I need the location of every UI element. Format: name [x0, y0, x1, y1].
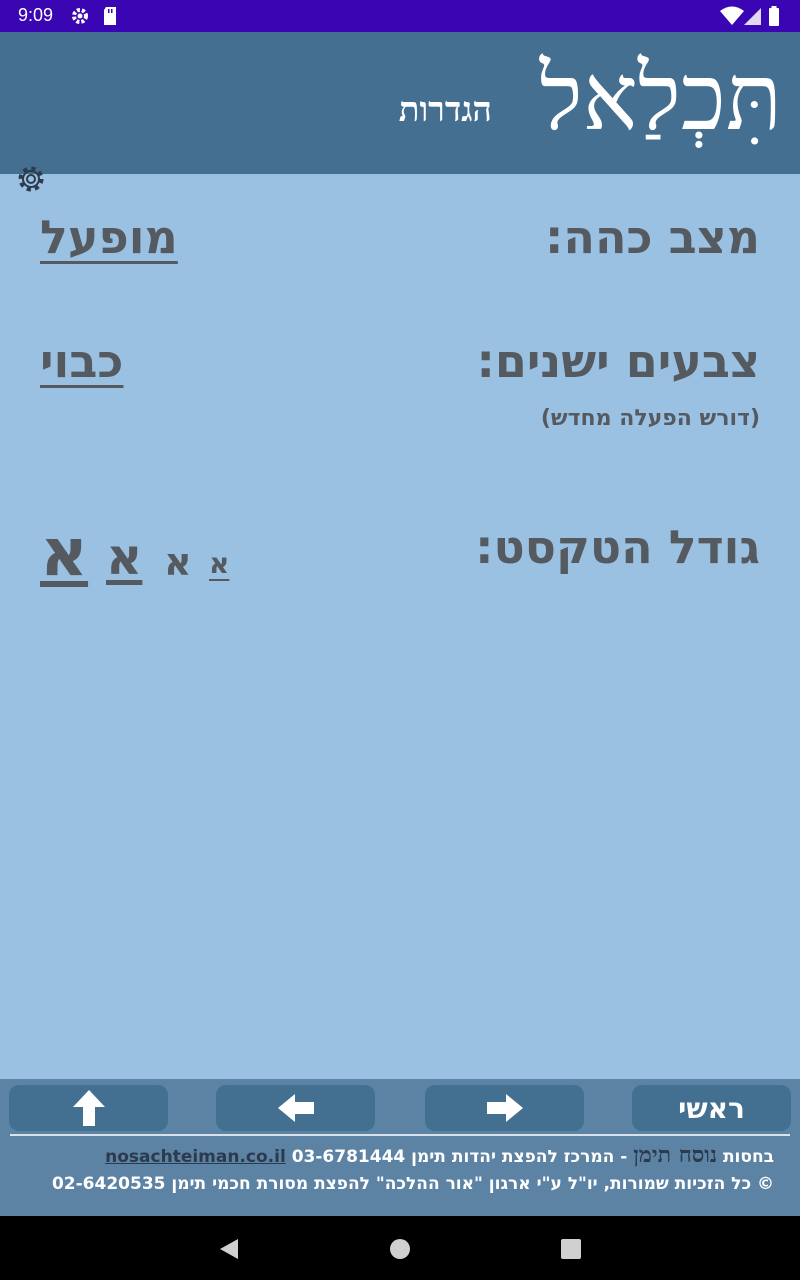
- gear-icon: [72, 8, 88, 24]
- system-navigation-bar: [0, 1216, 800, 1280]
- footer-website-link[interactable]: nosachteiman.co.il: [105, 1147, 286, 1167]
- old-colors-toggle[interactable]: כבוי: [40, 334, 123, 388]
- home-button[interactable]: ראשי: [632, 1085, 791, 1131]
- footer-description: - המרכז להפצת יהדות תימן 03-6781444: [291, 1147, 628, 1167]
- recents-icon[interactable]: [560, 1238, 582, 1260]
- text-size-label: גודל הטקסט:: [475, 520, 760, 574]
- status-bar: 9:09: [0, 0, 800, 32]
- footer-sponsor-line: בחסות נוסח תימן - המרכז להפצת יהדות תימן…: [105, 1142, 774, 1168]
- text-size-small-option[interactable]: א: [209, 550, 229, 578]
- footer-prefix: בחסות: [722, 1147, 774, 1167]
- arrow-left-icon: [277, 1094, 314, 1122]
- scroll-up-button[interactable]: [9, 1085, 168, 1131]
- app-title: תִּכְלַאל: [539, 44, 782, 151]
- back-icon[interactable]: [218, 1238, 240, 1260]
- home-circle-icon[interactable]: [389, 1238, 411, 1260]
- battery-icon: [769, 6, 779, 26]
- sd-card-icon: [104, 7, 116, 25]
- text-size-medium-option[interactable]: א: [164, 543, 192, 581]
- cell-signal-icon: [744, 8, 761, 25]
- footer-divider: [10, 1134, 790, 1136]
- screen-title: הגדרות: [398, 90, 492, 130]
- arrow-up-icon: [72, 1090, 105, 1126]
- old-colors-label: צבעים ישנים:: [476, 334, 760, 388]
- arrow-right-icon: [486, 1094, 523, 1122]
- restart-required-note: (דורש הפעלה מחדש): [540, 406, 760, 431]
- footer-copyright: © כל הזכיות שמורות, יו"ל ע"י ארגון "אור …: [51, 1174, 774, 1194]
- wifi-icon: [720, 6, 744, 25]
- settings-gear-icon[interactable]: [14, 162, 48, 196]
- next-button[interactable]: [425, 1085, 584, 1131]
- dark-mode-label: מצב כהה:: [544, 210, 760, 264]
- status-time: 9:09: [18, 5, 54, 25]
- app-header: תִּכְלַאל הגדרות: [0, 32, 800, 192]
- text-size-xlarge-option[interactable]: א: [40, 520, 88, 586]
- prev-button[interactable]: [216, 1085, 375, 1131]
- dark-mode-toggle[interactable]: מופעל: [40, 210, 178, 264]
- footer-brand: נוסח תימן: [633, 1142, 718, 1168]
- text-size-large-option[interactable]: א: [106, 532, 142, 582]
